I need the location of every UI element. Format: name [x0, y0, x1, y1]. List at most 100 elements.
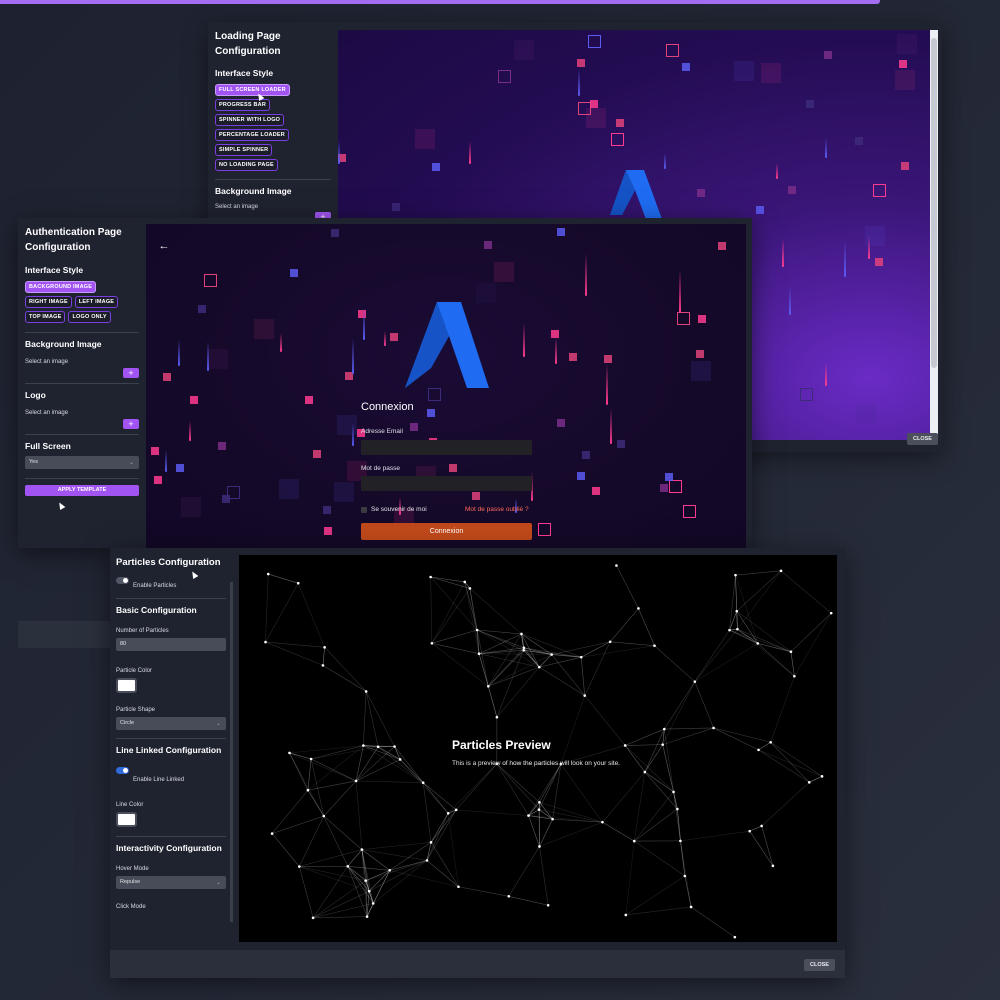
style-chip[interactable]: TOP IMAGE	[25, 311, 66, 323]
particle-link	[758, 749, 823, 777]
particle-link	[735, 570, 782, 576]
particle-streak	[165, 450, 167, 472]
close-button[interactable]: CLOSE	[907, 433, 938, 445]
particle-square	[323, 506, 331, 514]
particle-square	[428, 388, 441, 401]
auth-preview: ← Connexion Adresse Email Mot de passe S…	[146, 224, 746, 548]
hover-mode-select[interactable]: Repulse ⌄	[116, 876, 226, 889]
apply-template-button[interactable]: APPLY TEMPLATE	[25, 485, 139, 496]
particle-link	[616, 565, 639, 609]
logo-icon	[405, 302, 489, 388]
auth-config-sidebar: Authentication Page Configuration Interf…	[18, 218, 146, 548]
particle-link	[426, 842, 432, 861]
particle-link	[324, 647, 367, 692]
click-mode-label: Click Mode	[116, 904, 146, 910]
close-button[interactable]: CLOSE	[804, 959, 835, 971]
auth-config-window: Authentication Page Configuration Interf…	[18, 218, 752, 548]
particle-link	[560, 695, 586, 765]
scrollbar-thumb[interactable]	[931, 38, 937, 368]
particle-streak	[384, 331, 386, 346]
particle-streak	[523, 323, 525, 357]
particle-link	[664, 681, 696, 730]
particle-square	[392, 203, 400, 211]
particle-link	[377, 746, 424, 783]
line-color-swatch[interactable]	[116, 812, 137, 827]
style-chip[interactable]: PERCENTAGE LOADER	[215, 129, 289, 141]
top-accent-bar	[0, 0, 880, 4]
particle-dot	[457, 885, 460, 889]
style-chip[interactable]: PROGRESS BAR	[215, 99, 271, 111]
particle-link	[479, 653, 552, 655]
remember-checkbox[interactable]	[361, 506, 367, 513]
style-chip[interactable]: SPINNER WITH LOGO	[215, 114, 285, 126]
email-field[interactable]	[361, 440, 532, 455]
particle-dot	[807, 781, 811, 784]
logo-heading: Logo	[25, 390, 46, 400]
preview-scrollbar[interactable]	[930, 30, 938, 440]
particle-dot	[734, 573, 737, 577]
particle-link	[476, 629, 489, 687]
particle-link	[638, 608, 655, 646]
enable-line-toggle[interactable]	[116, 767, 129, 774]
add-logo-button[interactable]: +	[123, 419, 139, 429]
particle-dot	[421, 781, 425, 785]
login-submit-button[interactable]: Connexion	[361, 523, 532, 540]
particle-link	[312, 890, 370, 919]
particle-square	[227, 486, 240, 499]
particles-config-title: Particles Configuration	[116, 557, 221, 568]
particle-dot	[537, 808, 541, 811]
particle-square	[824, 51, 832, 59]
particle-link	[664, 727, 714, 730]
number-particles-input[interactable]: 80	[116, 638, 226, 651]
particle-link	[271, 833, 300, 867]
particle-dot	[270, 832, 274, 835]
hover-mode-label: Hover Mode	[116, 866, 149, 872]
back-arrow-icon[interactable]: ←	[154, 236, 174, 256]
particle-streak	[868, 236, 870, 259]
remember-me[interactable]: Se souvenir de moi	[361, 506, 427, 513]
particle-link	[539, 821, 603, 847]
particle-streak	[363, 307, 365, 340]
particle-square	[208, 349, 228, 369]
particle-square	[279, 479, 299, 499]
particle-link	[365, 691, 395, 747]
sidebar-scrollbar[interactable]	[230, 582, 233, 922]
particle-link	[361, 849, 428, 861]
loading-config-sidebar: Loading Page Configuration Interface Sty…	[208, 22, 338, 222]
particle-link	[431, 581, 466, 644]
particle-link	[496, 763, 540, 810]
style-chip[interactable]: LOGO ONLY	[68, 311, 111, 323]
particle-dot	[454, 808, 458, 812]
particle-dot	[288, 751, 291, 755]
style-chip[interactable]: SIMPLE SPINNER	[215, 144, 273, 156]
particle-link	[265, 641, 324, 666]
basic-config-heading: Basic Configuration	[116, 605, 197, 615]
particle-square	[617, 440, 625, 448]
particle-square	[198, 305, 206, 313]
particle-dot	[362, 744, 365, 747]
particle-link	[794, 612, 832, 677]
forgot-password-link[interactable]: Mot de passe oublié ?	[465, 506, 529, 513]
particle-link	[625, 875, 686, 916]
particle-dot	[583, 694, 587, 697]
particle-link	[644, 744, 663, 773]
particle-streak	[578, 69, 580, 96]
password-label: Mot de passe	[361, 465, 401, 472]
background-image-heading: Background Image	[25, 339, 102, 349]
style-chip[interactable]: BACKGROUND IMAGE	[25, 281, 97, 293]
particle-shape-select[interactable]: Circle ⌄	[116, 717, 226, 730]
style-chip[interactable]: LEFT IMAGE	[74, 296, 119, 308]
password-field[interactable]	[361, 476, 532, 491]
style-chip[interactable]: NO LOADING PAGE	[215, 159, 278, 171]
style-chip[interactable]: RIGHT IMAGE	[25, 296, 72, 308]
add-background-button[interactable]: +	[123, 368, 139, 378]
particle-link	[422, 782, 449, 814]
particle-link	[610, 641, 655, 647]
particle-dot	[367, 889, 371, 893]
enable-particles-toggle[interactable]	[116, 577, 129, 584]
fullscreen-select[interactable]: Yes ⌄	[25, 456, 139, 469]
particle-color-swatch[interactable]	[116, 678, 137, 693]
style-chip[interactable]: FULL SCREEN LOADER	[215, 84, 290, 96]
particle-square	[305, 396, 313, 404]
particle-streak	[178, 339, 180, 366]
